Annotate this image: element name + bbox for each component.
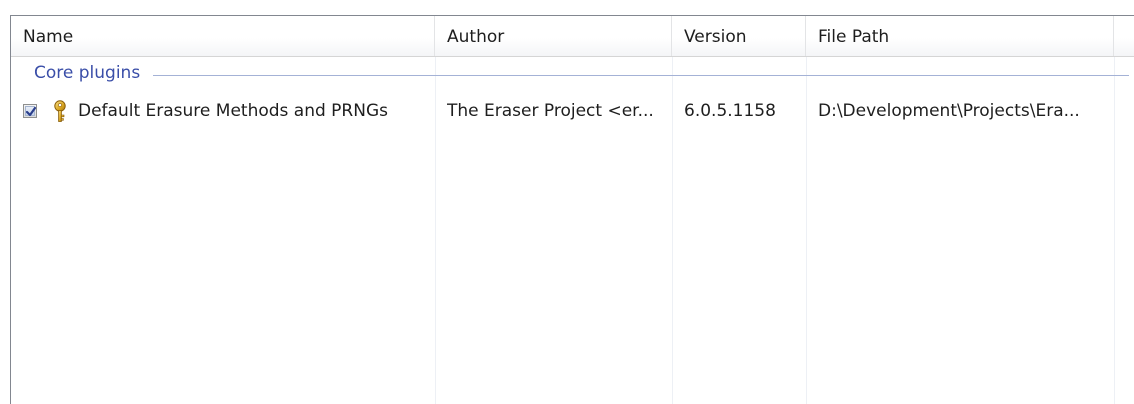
list-item[interactable]: Default Erasure Methods and PRNGs The Er… [11, 96, 1134, 126]
checkmark-icon [25, 106, 37, 117]
plugin-name: Default Erasure Methods and PRNGs [78, 101, 388, 121]
column-header-filler [1114, 16, 1134, 56]
plugin-author: The Eraser Project <er... [447, 101, 654, 121]
group-header-core-plugins[interactable]: Core plugins [11, 62, 1134, 88]
column-header-name[interactable]: Name [11, 16, 435, 56]
key-icon [54, 100, 66, 122]
column-header-author[interactable]: Author [435, 16, 672, 56]
plugins-list-view[interactable]: Name Author Version File Path Core plugi… [10, 15, 1134, 404]
plugin-enabled-checkbox[interactable] [23, 104, 37, 118]
plugin-file-path: D:\Development\Projects\Era... [818, 101, 1080, 121]
group-label: Core plugins [34, 63, 149, 83]
plugin-version: 6.0.5.1158 [684, 101, 776, 121]
column-header-file-path[interactable]: File Path [806, 16, 1114, 56]
column-header-version[interactable]: Version [672, 16, 806, 56]
group-divider-line [153, 75, 1129, 76]
list-header: Name Author Version File Path [11, 16, 1134, 57]
